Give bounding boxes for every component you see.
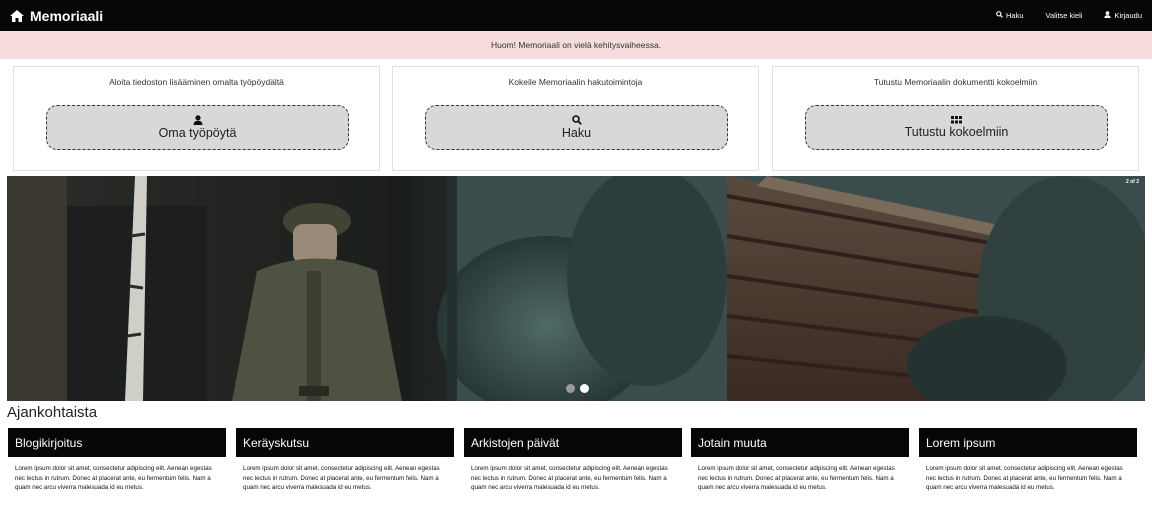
news-section-heading: Ajankohtaista	[7, 404, 98, 421]
news-card-title[interactable]: Blogikirjoitus	[8, 428, 226, 457]
carousel-dot-2[interactable]	[580, 384, 589, 393]
button-label: Haku	[561, 126, 592, 140]
news-card: Arkistojen päivät Lorem ipsum dolor sit …	[464, 428, 682, 493]
search-icon	[996, 11, 1003, 20]
button-label: Oma työpöytä	[158, 126, 237, 140]
news-card-title[interactable]: Lorem ipsum	[919, 428, 1137, 457]
news-card-title[interactable]: Jotain muuta	[691, 428, 909, 457]
card-search: Kokeile Memoriaalin hakutoimintoja Haku	[392, 66, 759, 171]
nav-right: Haku Valitse kieli Kirjaudu	[996, 0, 1142, 31]
grid-icon	[951, 116, 962, 125]
nav-login-link[interactable]: Kirjaudu	[1104, 11, 1142, 20]
carousel-dot-1[interactable]	[566, 384, 575, 393]
brand-name: Memoriaali	[30, 7, 104, 24]
home-icon	[10, 9, 24, 22]
user-icon	[193, 115, 203, 126]
news-card: Blogikirjoitus Lorem ipsum dolor sit ame…	[8, 428, 226, 493]
news-card-text: Lorem ipsum dolor sit amet, consectetur …	[926, 465, 1123, 492]
card-title: Tutustu Memoriaalin dokumentti kokoelmii…	[873, 77, 1038, 87]
news-card: Lorem ipsum Lorem ipsum dolor sit amet, …	[919, 428, 1137, 493]
nav-search-label: Haku	[1005, 11, 1024, 20]
top-navbar: Memoriaali Haku Valitse kieli Kirjaudu	[0, 0, 1152, 31]
news-card-title[interactable]: Keräyskutsu	[236, 428, 454, 457]
explore-collections-button[interactable]: Tutustu kokoelmiin	[805, 105, 1108, 150]
my-desktop-button[interactable]: Oma työpöytä	[46, 105, 349, 150]
card-title: Kokeile Memoriaalin hakutoimintoja	[508, 77, 643, 87]
news-card-text: Lorem ipsum dolor sit amet, consectetur …	[698, 465, 895, 492]
carousel-photo	[7, 176, 1145, 401]
search-icon	[571, 115, 582, 126]
user-icon	[1104, 11, 1112, 20]
card-collections: Tutustu Memoriaalin dokumentti kokoelmii…	[772, 66, 1139, 171]
news-card-text: Lorem ipsum dolor sit amet, consectetur …	[15, 465, 212, 492]
news-card-text: Lorem ipsum dolor sit amet, consectetur …	[243, 465, 440, 492]
notice-text: Huom! Memoriaali on vielä kehitysvaihees…	[490, 40, 662, 50]
nav-language-label: Valitse kieli	[1045, 11, 1083, 20]
news-card: Jotain muuta Lorem ipsum dolor sit amet,…	[691, 428, 909, 493]
card-title: Aloita tiedoston lisääminen omalta työpö…	[109, 77, 284, 87]
hero-carousel[interactable]: 2 of 2	[7, 176, 1145, 401]
card-desktop: Aloita tiedoston lisääminen omalta työpö…	[13, 66, 380, 171]
dev-notice-banner: Huom! Memoriaali on vielä kehitysvaihees…	[0, 31, 1152, 59]
nav-login-label: Kirjaudu	[1114, 11, 1142, 20]
nav-language-link[interactable]: Valitse kieli	[1046, 11, 1083, 20]
button-label: Tutustu kokoelmiin	[904, 125, 1009, 139]
news-card-text: Lorem ipsum dolor sit amet, consectetur …	[471, 465, 668, 492]
carousel-counter: 2 of 2	[1125, 179, 1139, 185]
brand-link[interactable]: Memoriaali	[10, 8, 103, 24]
news-card-title[interactable]: Arkistojen päivät	[464, 428, 682, 457]
nav-search-link[interactable]: Haku	[996, 11, 1024, 20]
news-card: Keräyskutsu Lorem ipsum dolor sit amet, …	[236, 428, 454, 493]
search-button[interactable]: Haku	[425, 105, 728, 150]
